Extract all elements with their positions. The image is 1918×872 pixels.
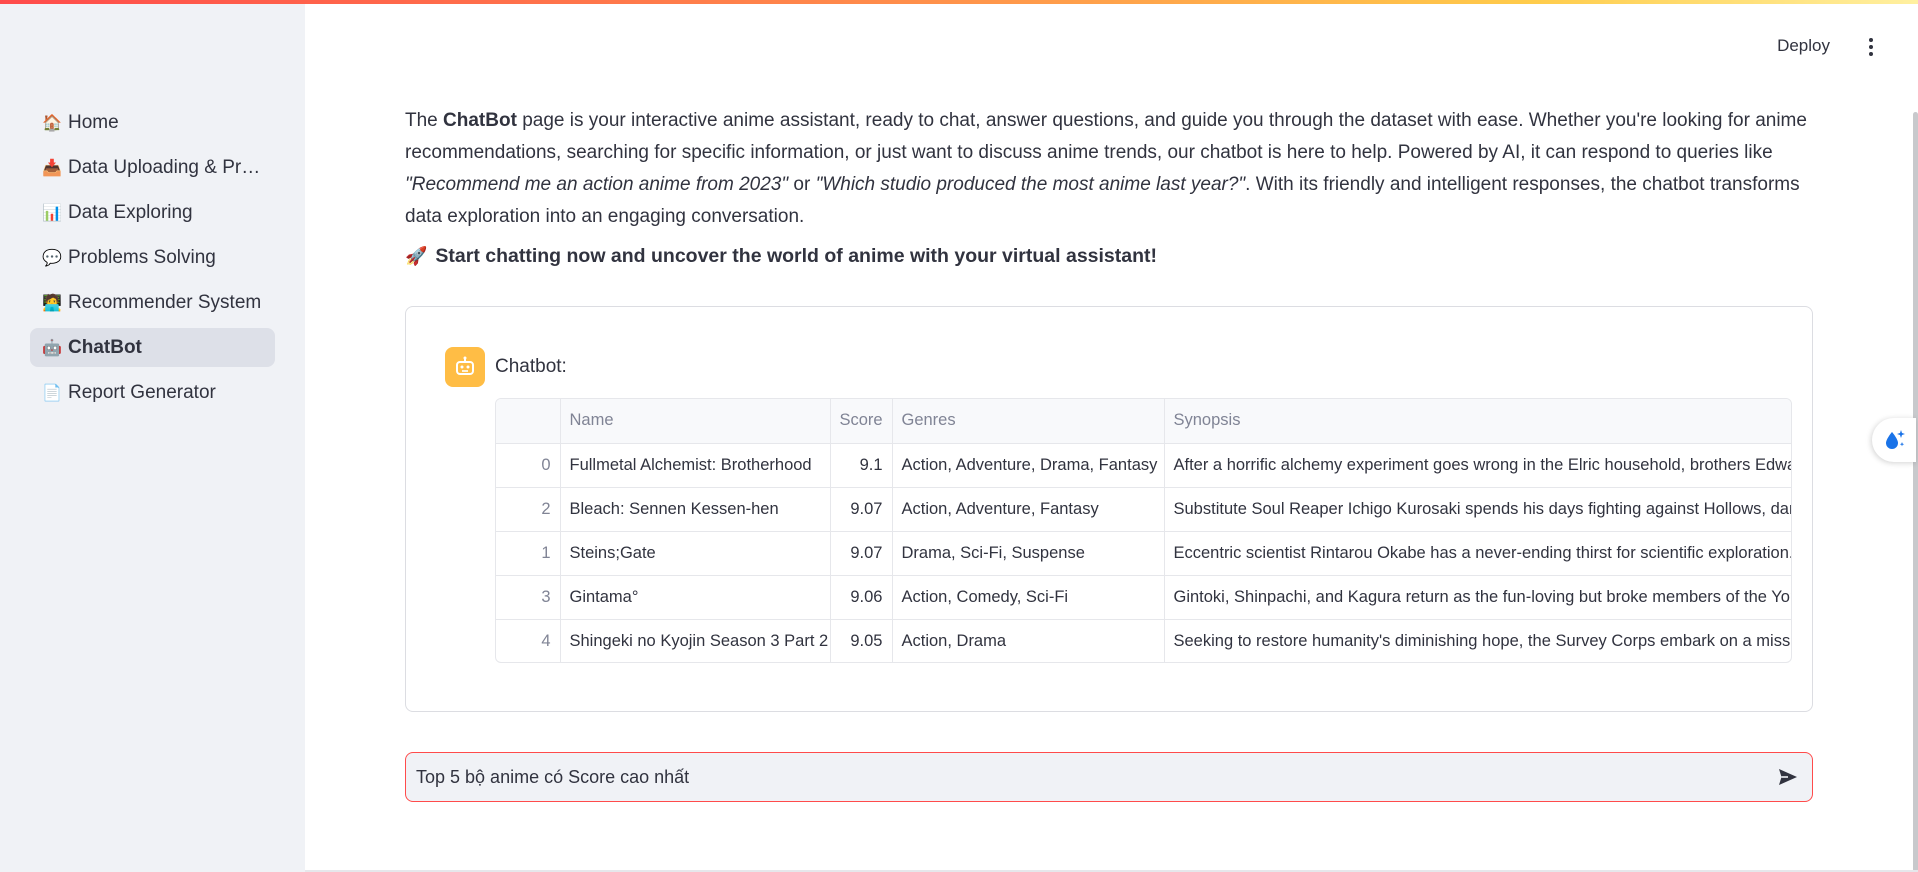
cell-name[interactable]: Bleach: Sennen Kessen-hen xyxy=(560,487,831,532)
cell-genres[interactable]: Action, Adventure, Fantasy xyxy=(892,487,1165,532)
cell-genres[interactable]: Drama, Sci-Fi, Suspense xyxy=(892,531,1165,576)
page-intro: The ChatBot page is your interactive ani… xyxy=(405,105,1820,268)
sidebar-item-label: Home xyxy=(68,111,119,133)
chat-message-header: Chatbot: xyxy=(445,347,567,387)
cell-synopsis[interactable]: After a horrific alchemy experiment goes… xyxy=(1164,443,1791,488)
table-row: 0 Fullmetal Alchemist: Brotherhood 9.1 A… xyxy=(496,443,1791,488)
column-header[interactable] xyxy=(496,399,561,444)
sidebar-item-label: Problems Solving xyxy=(68,246,216,268)
cell-synopsis[interactable]: Substitute Soul Reaper Ichigo Kurosaki s… xyxy=(1164,487,1791,532)
table-row: 1 Steins;Gate 9.07 Drama, Sci-Fi, Suspen… xyxy=(496,531,1791,576)
cell-score[interactable]: 9.05 xyxy=(830,619,893,662)
sidebar-item-home[interactable]: 🏠 Home xyxy=(30,103,275,142)
chat-input-box xyxy=(405,752,1813,802)
table-row: 3 Gintama° 9.06 Action, Comedy, Sci-Fi G… xyxy=(496,575,1791,620)
floating-assistant-button[interactable] xyxy=(1872,418,1916,462)
sparkle-drop-icon xyxy=(1886,430,1905,449)
page-icon: 📄 xyxy=(42,384,62,402)
column-header[interactable]: Genres xyxy=(892,399,1165,444)
cell-score[interactable]: 9.07 xyxy=(830,531,893,576)
cell-name[interactable]: Shingeki no Kyojin Season 3 Part 2 xyxy=(560,619,831,662)
chat-sender-label: Chatbot: xyxy=(495,356,567,377)
sidebar-item-label: Report Generator xyxy=(68,381,216,403)
sidebar-item-recommender-system[interactable]: 🧑‍💻 Recommender System xyxy=(30,283,275,322)
sidebar-item-problems-solving[interactable]: 💬 Problems Solving xyxy=(30,238,275,277)
cell-genres[interactable]: Action, Comedy, Sci-Fi xyxy=(892,575,1165,620)
sidebar-item-label: Recommender System xyxy=(68,291,262,313)
main-content: Deploy The ChatBot page is your interact… xyxy=(305,0,1918,872)
sidebar-item-chatbot[interactable]: 🤖 ChatBot xyxy=(30,328,275,367)
robot-icon xyxy=(445,347,485,387)
cell-score[interactable]: 9.06 xyxy=(830,575,893,620)
inbox-tray-icon: 📥 xyxy=(42,159,62,177)
chat-input[interactable] xyxy=(406,753,1764,801)
bar-chart-icon: 📊 xyxy=(42,204,62,222)
call-to-action: 🚀 Start chatting now and uncover the wor… xyxy=(405,245,1820,268)
results-dataframe[interactable]: Name Score Genres Synopsis 0 Fullmetal A… xyxy=(495,398,1792,663)
cell-score[interactable]: 9.07 xyxy=(830,487,893,532)
column-header[interactable]: Synopsis xyxy=(1164,399,1791,444)
cell-synopsis[interactable]: Eccentric scientist Rintarou Okabe has a… xyxy=(1164,531,1791,576)
cell-genres[interactable]: Action, Drama xyxy=(892,619,1165,662)
cell-name[interactable]: Gintama° xyxy=(560,575,831,620)
top-decoration-bar xyxy=(0,0,1918,4)
column-header[interactable]: Name xyxy=(560,399,831,444)
speech-balloon-icon: 💬 xyxy=(42,249,62,267)
rocket-icon: 🚀 xyxy=(405,246,428,266)
sidebar-item-data-uploading[interactable]: 📥 Data Uploading & Pre… xyxy=(30,148,275,187)
cell-score[interactable]: 9.1 xyxy=(830,443,893,488)
table-row: 2 Bleach: Sennen Kessen-hen 9.07 Action,… xyxy=(496,487,1791,532)
sidebar-item-report-generator[interactable]: 📄 Report Generator xyxy=(30,373,275,412)
row-index[interactable]: 2 xyxy=(496,487,561,532)
house-icon: 🏠 xyxy=(42,114,62,132)
row-index[interactable]: 4 xyxy=(496,619,561,662)
sidebar-item-label: Data Exploring xyxy=(68,201,193,223)
send-arrow-icon xyxy=(1779,769,1797,785)
sidebar-item-data-exploring[interactable]: 📊 Data Exploring xyxy=(30,193,275,232)
intro-paragraph: The ChatBot page is your interactive ani… xyxy=(405,110,1807,227)
send-button[interactable] xyxy=(1764,753,1812,801)
vertical-dots-icon[interactable] xyxy=(1866,36,1876,58)
cell-name[interactable]: Fullmetal Alchemist: Brotherhood xyxy=(560,443,831,488)
table-row: 4 Shingeki no Kyojin Season 3 Part 2 9.0… xyxy=(496,619,1791,662)
sidebar-nav: 🏠 Home 📥 Data Uploading & Pre… 📊 Data Ex… xyxy=(30,103,275,418)
robot-icon: 🤖 xyxy=(42,339,62,357)
row-index[interactable]: 0 xyxy=(496,443,561,488)
sidebar-item-label: ChatBot xyxy=(68,336,142,358)
table-header-row: Name Score Genres Synopsis xyxy=(496,399,1791,444)
cta-text: Start chatting now and uncover the world… xyxy=(435,245,1158,267)
user-desk-icon: 🧑‍💻 xyxy=(42,294,62,312)
cell-synopsis[interactable]: Seeking to restore humanity's diminishin… xyxy=(1164,619,1791,662)
row-index[interactable]: 1 xyxy=(496,531,561,576)
cell-name[interactable]: Steins;Gate xyxy=(560,531,831,576)
column-header[interactable]: Score xyxy=(830,399,893,444)
scrollbar[interactable] xyxy=(1913,112,1918,872)
cell-genres[interactable]: Action, Adventure, Drama, Fantasy xyxy=(892,443,1165,488)
cell-synopsis[interactable]: Gintoki, Shinpachi, and Kagura return as… xyxy=(1164,575,1791,620)
chat-container: Chatbot: Name Score Genres Synopsis 0 Fu… xyxy=(405,306,1813,712)
sidebar-item-label: Data Uploading & Pre… xyxy=(68,156,268,178)
row-index[interactable]: 3 xyxy=(496,575,561,620)
deploy-button[interactable]: Deploy xyxy=(1777,36,1830,56)
sidebar: 🏠 Home 📥 Data Uploading & Pre… 📊 Data Ex… xyxy=(0,0,305,872)
